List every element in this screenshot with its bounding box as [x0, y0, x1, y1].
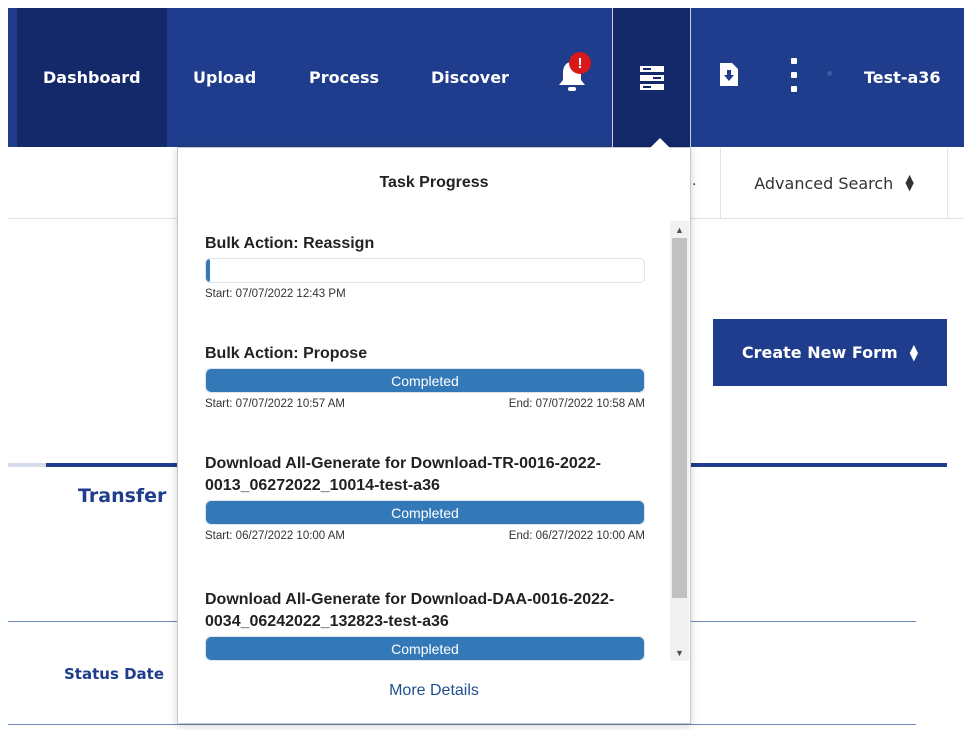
notification-badge: !	[569, 52, 591, 74]
task-item: Download All-Generate for Download-TR-00…	[205, 453, 645, 542]
advanced-search-label: Advanced Search	[754, 173, 894, 193]
downloads-button[interactable]	[720, 63, 738, 91]
task-start-time: Start: 07/07/2022 12:43 PM	[205, 288, 346, 300]
progress-label: Completed	[391, 504, 459, 521]
task-item: Download All-Generate for Download-DAA-0…	[205, 589, 645, 661]
user-menu[interactable]: Test-a36	[864, 8, 941, 147]
create-new-form-label: Create New Form	[741, 343, 898, 362]
task-progress-button[interactable]	[612, 8, 691, 147]
popup-title: Task Progress	[379, 174, 489, 191]
nav-upload[interactable]: Upload	[193, 8, 256, 147]
task-end-time: End: 07/07/2022 10:58 AM	[508, 398, 645, 410]
truncated-text: .	[692, 172, 697, 189]
task-name: Download All-Generate for Download-DAA-0…	[205, 591, 615, 630]
progress-label: Completed	[391, 640, 459, 657]
tab-underline	[8, 463, 178, 467]
popup-pointer	[650, 138, 670, 148]
create-new-form-button[interactable]: Create New Form ▲ ▼	[713, 319, 947, 386]
more-vertical-icon[interactable]	[786, 58, 802, 92]
popup-scrollbar[interactable]: ▲ ▼	[670, 221, 689, 661]
task-progress-popup: Task Progress Bulk Action: Reassign Star…	[177, 147, 691, 724]
nav-divider-dot	[827, 71, 832, 76]
task-item: Bulk Action: Reassign Start: 07/07/2022 …	[205, 233, 645, 300]
scrollbar-thumb[interactable]	[672, 238, 687, 598]
task-name: Download All-Generate for Download-TR-00…	[205, 455, 601, 494]
table-header-bottom-rule	[8, 724, 916, 725]
sort-icon: ▲ ▼	[905, 172, 914, 193]
nav-dashboard[interactable]: Dashboard	[43, 8, 141, 147]
progress-bar: Completed	[205, 368, 645, 393]
sort-icon: ▲ ▼	[909, 341, 919, 363]
column-header-status-date[interactable]: Status Date	[64, 665, 164, 683]
more-details-link[interactable]: More Details	[178, 682, 690, 700]
task-start-time: Start: 07/07/2022 10:57 AM	[205, 398, 346, 410]
task-name: Bulk Action: Propose	[205, 345, 368, 362]
task-end-time: End: 06/27/2022 10:00 AM	[508, 530, 645, 542]
task-start-time: Start: 06/27/2022 10:00 AM	[205, 530, 346, 542]
nav-discover[interactable]: Discover	[431, 8, 509, 147]
task-item: Bulk Action: Propose Completed Start: 07…	[205, 343, 645, 410]
download-file-icon	[720, 63, 738, 86]
task-name: Bulk Action: Reassign	[205, 235, 375, 252]
nav-process[interactable]: Process	[309, 8, 379, 147]
tab-transfer[interactable]: Transfer	[78, 485, 166, 507]
progress-label	[206, 259, 644, 282]
progress-bar: Completed	[205, 636, 645, 661]
tab-underline-right	[690, 463, 947, 467]
progress-bar: Completed	[205, 500, 645, 525]
progress-label: Completed	[391, 372, 459, 389]
scroll-down-icon[interactable]: ▼	[670, 644, 689, 661]
advanced-search-button[interactable]: Advanced Search ▲ ▼	[720, 148, 948, 218]
task-list[interactable]: Bulk Action: Reassign Start: 07/07/2022 …	[179, 221, 689, 662]
progress-bar	[205, 258, 645, 283]
notifications-button[interactable]: !	[556, 52, 596, 96]
scroll-up-icon[interactable]: ▲	[670, 221, 689, 238]
task-list-icon	[639, 65, 664, 90]
